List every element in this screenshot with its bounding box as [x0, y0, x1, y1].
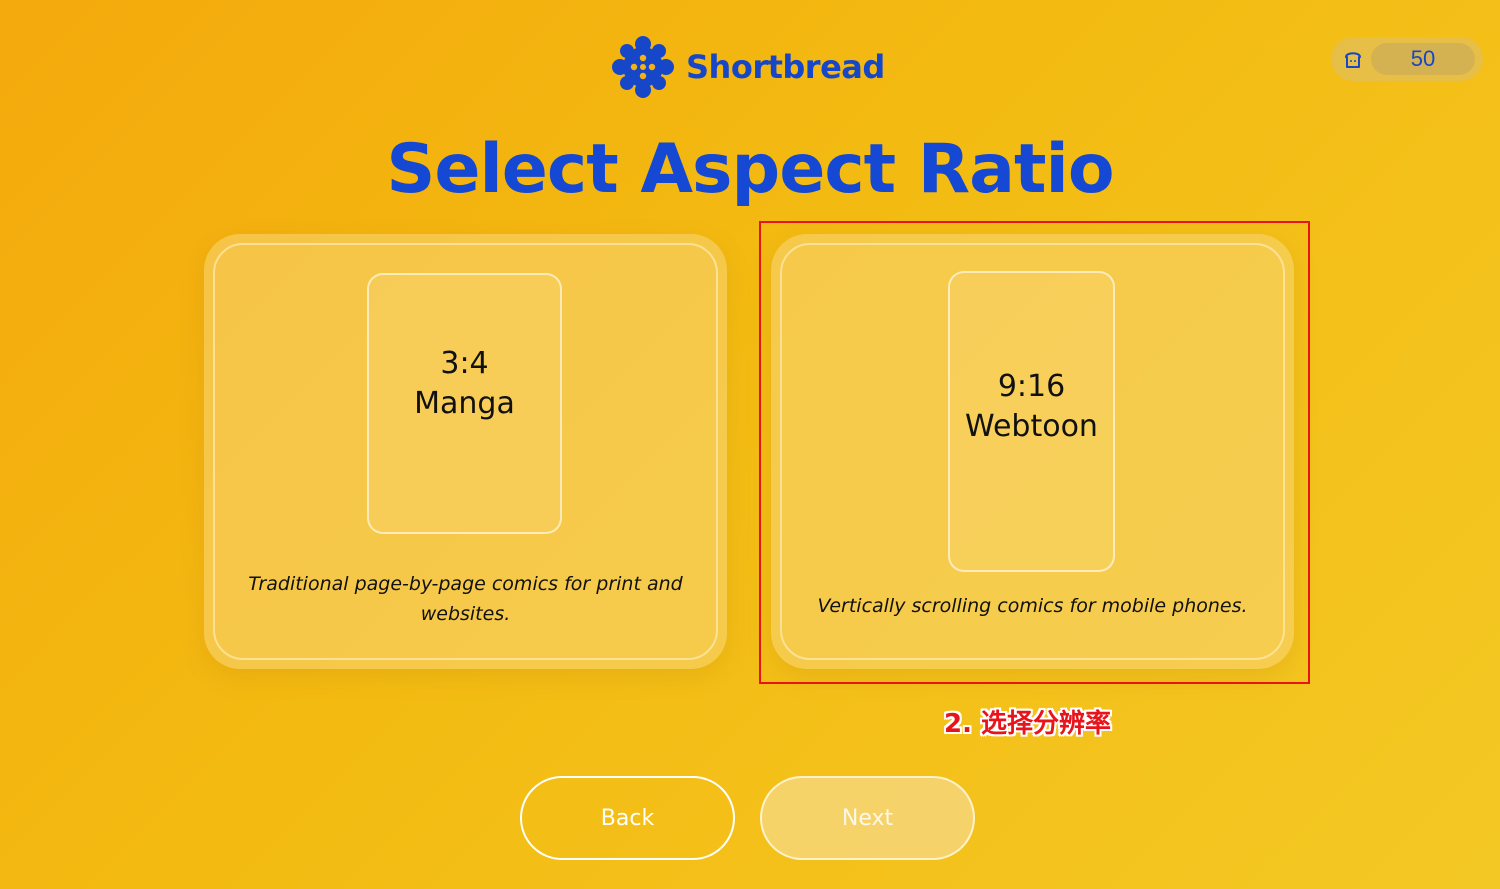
- option-description: Vertically scrolling comics for mobile p…: [817, 595, 1248, 617]
- brand-logo[interactable]: Shortbread: [612, 36, 885, 98]
- ratio-preview-webtoon: 9:16 Webtoon: [948, 271, 1115, 572]
- brand-name: Shortbread: [686, 48, 885, 86]
- next-button[interactable]: Next: [760, 776, 975, 860]
- annotation-label: 2. 选择分辨率: [944, 709, 1112, 739]
- ratio-value: 3:4: [440, 345, 489, 381]
- shortbread-logo-icon: [612, 36, 674, 98]
- bread-icon: [1345, 52, 1361, 68]
- page-title: Select Aspect Ratio: [386, 130, 1114, 209]
- credits-count: 50: [1371, 43, 1475, 75]
- ratio-preview-manga: 3:4 Manga: [367, 273, 562, 534]
- aspect-option-manga[interactable]: 3:4 Manga Traditional page-by-page comic…: [204, 234, 727, 669]
- back-button[interactable]: Back: [520, 776, 735, 860]
- option-description: Traditional page-by-page comics for prin…: [248, 573, 683, 625]
- ratio-name: Webtoon: [965, 408, 1098, 444]
- aspect-option-webtoon[interactable]: 9:16 Webtoon Vertically scrolling comics…: [771, 234, 1294, 669]
- ratio-value: 9:16: [997, 368, 1066, 404]
- credits-badge[interactable]: 50: [1331, 37, 1483, 81]
- ratio-name: Manga: [414, 385, 515, 421]
